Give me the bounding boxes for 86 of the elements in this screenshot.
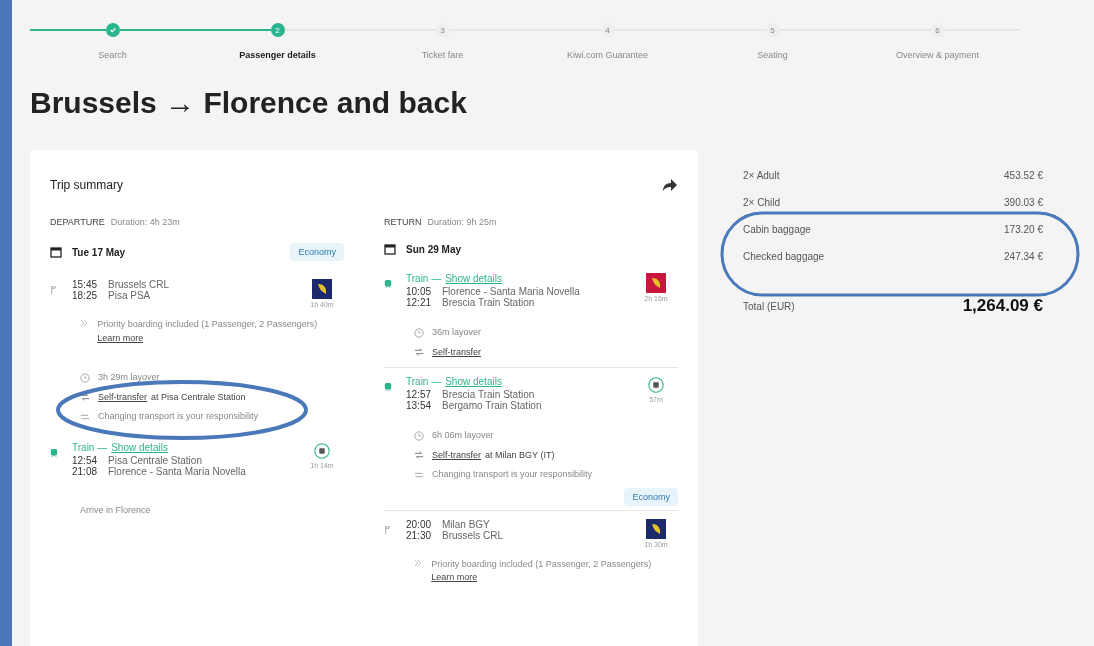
layover-text: 6h 06m layover: [432, 429, 494, 442]
learn-more-link[interactable]: Learn more: [97, 332, 144, 343]
price-label: 2× Child: [743, 197, 780, 210]
date-text: Sun 29 May: [406, 243, 462, 255]
arrival-place: Brussels CRL: [442, 529, 504, 541]
departure-time: 12:54: [72, 454, 99, 466]
step-label[interactable]: Overview & payment: [896, 50, 979, 60]
transfer-icon: [80, 392, 90, 403]
total-amount: 1,264.09 €: [962, 296, 1043, 316]
price-label: Cabin baggage: [743, 224, 811, 237]
arrival-place: Pisa PSA: [108, 290, 151, 301]
transfer-location: at Pisa Centrale Station: [151, 390, 246, 404]
arrival-place: Bergamo Train Station: [442, 400, 542, 411]
departure-place: Brussels CRL: [108, 279, 170, 290]
arrival-time: 21:30: [406, 529, 433, 541]
notice-text: Changing transport is your responsibility: [432, 468, 593, 481]
departure-place: Milan BGY: [442, 518, 490, 530]
layover-text: 3h 29m layover: [98, 371, 160, 384]
arrival-time: 12:21: [406, 297, 433, 308]
card-title: Trip summary: [50, 178, 123, 192]
price-amount: 390.03 €: [1004, 197, 1043, 210]
price-amount: 173.20 €: [1004, 224, 1043, 237]
departure-place: Pisa Centrale Station: [108, 454, 202, 466]
train-icon: [384, 279, 392, 289]
learn-more-link[interactable]: Learn more: [431, 572, 478, 582]
self-transfer-link[interactable]: Self-transfer: [432, 448, 482, 462]
calendar-icon: [50, 246, 62, 258]
step-label[interactable]: Search: [98, 50, 127, 60]
departure-place: Florence - Santa Maria Novella: [442, 286, 580, 297]
clock-icon: [414, 430, 424, 441]
step-marker: 5: [765, 23, 780, 37]
show-details-link[interactable]: Show details: [445, 273, 502, 284]
price-label: 2× Adult: [743, 170, 780, 183]
duration-text: Duration: 9h 25m: [427, 217, 497, 227]
departure-time: 12:57: [406, 389, 433, 400]
step-label[interactable]: Kiwi.com Guarantee: [566, 50, 648, 60]
calendar-icon: [384, 243, 396, 255]
priority-icon: [80, 318, 90, 328]
arrival-place: Brescia Train Station: [442, 297, 535, 308]
departure-place: Brescia Train Station: [442, 389, 535, 400]
cabin-badge: Economy: [290, 243, 344, 261]
price-amount: 453.52 €: [1004, 170, 1043, 183]
page-title: Brussels → Florence and back: [30, 86, 468, 120]
step-marker: 6: [930, 23, 945, 37]
clock-icon: [80, 372, 90, 383]
train-icon: [50, 447, 58, 458]
train-label: Train —: [72, 441, 108, 453]
transfer-icon: [414, 450, 424, 461]
price-label: Checked baggage: [743, 251, 825, 264]
share-icon[interactable]: [662, 177, 678, 193]
step-marker: 3: [435, 23, 450, 37]
arrival-text: Arrive in Florence: [80, 504, 151, 515]
step-marker: 4: [600, 23, 615, 37]
self-transfer-link[interactable]: Self-transfer: [432, 345, 482, 359]
step-label[interactable]: Passenger details: [239, 50, 316, 60]
clock-icon: [414, 327, 424, 338]
transfer-icon: [414, 347, 424, 358]
duration-text: Duration: 4h 23m: [110, 217, 180, 227]
price-amount: 247.34 €: [1004, 251, 1043, 264]
train-icon: [384, 382, 392, 392]
step-marker: 2: [270, 23, 285, 37]
train-label: Train —: [406, 273, 442, 284]
arrival-time: 18:25: [72, 290, 99, 301]
leg-label: DEPARTURE: [50, 217, 105, 227]
notice-text: Changing transport is your responsibility: [98, 410, 259, 423]
priority-icon: [414, 557, 424, 568]
show-details-link[interactable]: Show details: [445, 376, 502, 387]
departure-time: 20:00: [406, 518, 433, 530]
leg-label: RETURN: [384, 217, 422, 227]
arrival-time: 13:54: [406, 400, 433, 411]
transfer-location: at Milan BGY (IT): [485, 448, 555, 462]
departure-time: 10:05: [406, 286, 433, 297]
step-label[interactable]: Ticket fare: [421, 50, 464, 60]
self-transfer-link[interactable]: Self-transfer: [98, 390, 148, 404]
arrival-time: 21:08: [72, 465, 99, 477]
perk-text: Priority boarding included (1 Passenger, 2 Passengers) Learn more: [431, 557, 653, 584]
arrival-place: Florence - Santa Maria Novella: [108, 465, 246, 477]
date-text: Tue 17 May: [72, 246, 126, 258]
show-details-link[interactable]: Show details: [111, 441, 168, 453]
perk-text: Priority boarding included (1 Passenger, 2 Passengers) Learn more: [97, 318, 319, 345]
layover-text: 36m layover: [432, 326, 482, 339]
step-label[interactable]: Seating: [757, 50, 788, 60]
total-label: Total (EUR): [743, 300, 795, 312]
cabin-badge: Economy: [624, 487, 678, 506]
train-label: Train —: [406, 376, 442, 387]
departure-time: 15:45: [72, 279, 99, 290]
